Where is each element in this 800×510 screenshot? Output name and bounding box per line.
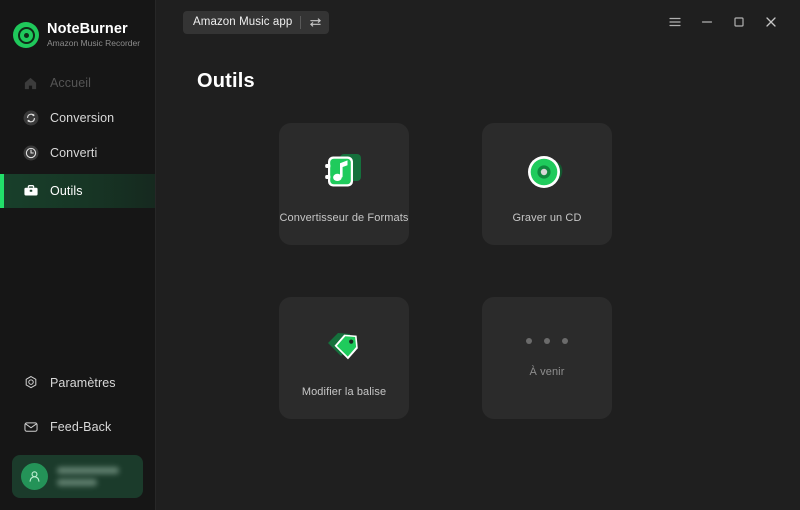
divider — [300, 15, 302, 29]
brand-name: NoteBurner — [47, 20, 128, 37]
tool-card-coming-soon: À venir — [482, 297, 612, 419]
sidebar-item-label: Feed-Back — [50, 420, 112, 434]
format-converter-icon — [317, 145, 371, 199]
sidebar-item-outils[interactable]: Outils — [0, 174, 155, 208]
sidebar: NoteBurner Amazon Music Recorder Accueil — [0, 0, 156, 510]
maximize-icon[interactable] — [723, 7, 755, 37]
sidebar-item-label: Conversion — [50, 111, 115, 125]
clock-icon — [22, 145, 39, 162]
sidebar-item-parametres[interactable]: Paramètres — [0, 366, 155, 400]
gear-outline-icon — [22, 375, 39, 392]
sidebar-item-label: Outils — [50, 184, 83, 198]
sidebar-item-converti[interactable]: Converti — [0, 136, 155, 170]
sidebar-item-label: Converti — [50, 146, 98, 160]
brand-subtitle: Amazon Music Recorder — [47, 38, 141, 49]
sync-icon — [22, 110, 39, 127]
tool-card-burn-cd[interactable]: Graver un CD — [482, 123, 612, 245]
main-content: Amazon Music app Outils Convertisseur de… — [156, 0, 800, 510]
sidebar-item-conversion[interactable]: Conversion — [0, 101, 155, 135]
tag-edit-icon — [317, 319, 371, 373]
swap-arrows-icon[interactable] — [309, 16, 322, 29]
sidebar-item-label: Paramètres — [50, 376, 116, 390]
tool-card-label: Modifier la balise — [301, 385, 387, 398]
titlebar: Amazon Music app — [156, 0, 800, 44]
close-icon[interactable] — [755, 7, 787, 37]
person-icon — [29, 471, 40, 482]
tool-card-label: Convertisseur de Formats — [279, 211, 409, 224]
noteburner-disc-logo-icon — [13, 22, 39, 48]
tool-card-edit-tag[interactable]: Modifier la balise — [279, 297, 409, 419]
user-account-card[interactable] — [12, 455, 143, 498]
tool-card-format-converter[interactable]: Convertisseur de Formats — [279, 123, 409, 245]
sidebar-item-accueil[interactable]: Accueil — [0, 66, 155, 100]
brand: NoteBurner Amazon Music Recorder — [0, 0, 155, 56]
hamburger-icon[interactable] — [659, 7, 691, 37]
tool-card-label: Graver un CD — [512, 211, 582, 224]
tool-card-label: À venir — [529, 366, 565, 378]
sidebar-nav: Accueil Conversion Converti Outils — [0, 66, 155, 208]
home-icon — [22, 75, 39, 92]
user-name-masked — [57, 467, 119, 474]
briefcase-icon — [22, 183, 39, 200]
sidebar-bottom-nav: Paramètres Feed-Back — [0, 366, 155, 454]
minimize-icon[interactable] — [691, 7, 723, 37]
app-window: NoteBurner Amazon Music Recorder Accueil — [0, 0, 800, 510]
sidebar-item-feedback[interactable]: Feed-Back — [0, 410, 155, 444]
avatar — [21, 463, 48, 490]
user-plan-masked — [57, 479, 97, 486]
window-controls — [659, 0, 787, 44]
envelope-icon — [22, 419, 39, 436]
sidebar-item-label: Accueil — [50, 76, 91, 90]
cd-burn-icon — [520, 145, 574, 199]
three-dots-icon — [526, 338, 568, 344]
tools-grid: Convertisseur de Formats Graver un CD Mo… — [279, 123, 800, 419]
page-title: Outils — [197, 70, 255, 92]
app-selector[interactable]: Amazon Music app — [183, 10, 330, 34]
app-selector-label: Amazon Music app — [193, 16, 293, 28]
